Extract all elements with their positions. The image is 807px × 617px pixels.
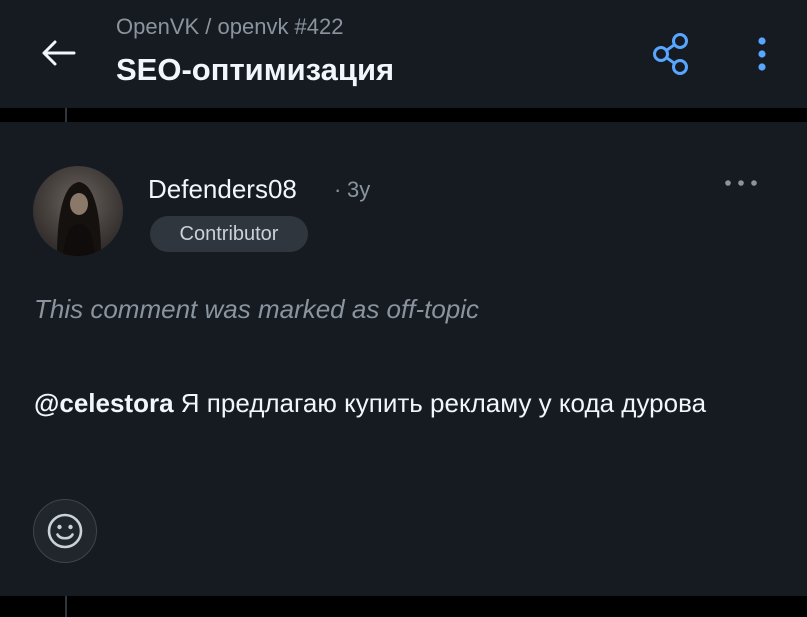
repo-breadcrumb[interactable]: OpenVK / openvk #422 bbox=[116, 14, 344, 40]
kebab-horizontal-icon bbox=[725, 180, 757, 186]
issue-title: SEO-оптимизация bbox=[116, 52, 395, 87]
timeline-rail bbox=[65, 108, 67, 122]
off-topic-notice: This comment was marked as off-topic bbox=[34, 294, 480, 324]
comment-author[interactable]: Defenders08 bbox=[148, 174, 297, 205]
kebab-vertical-icon bbox=[758, 37, 766, 71]
meta-separator: · bbox=[334, 177, 342, 202]
author-role-badge: Contributor bbox=[150, 216, 308, 252]
more-options-button[interactable] bbox=[742, 30, 782, 78]
comment-menu-button[interactable] bbox=[716, 166, 766, 200]
comment-text: Я предлагаю купить рекламу у кода дурова bbox=[180, 388, 707, 418]
add-reaction-button[interactable] bbox=[33, 499, 97, 563]
comment-card: Defenders08 · 3y Contributor This commen… bbox=[0, 122, 807, 596]
smiley-icon bbox=[47, 513, 83, 549]
avatar[interactable] bbox=[33, 166, 123, 256]
timeline-rail-bottom bbox=[65, 596, 67, 617]
share-button[interactable] bbox=[648, 30, 696, 78]
comment-age[interactable]: 3y bbox=[347, 177, 370, 203]
user-mention-link[interactable]: @celestora bbox=[34, 388, 174, 418]
avatar-image bbox=[33, 166, 123, 256]
comment-body: @celestora Я предлагаю купить рекламу у … bbox=[34, 384, 774, 422]
app-header: OpenVK / openvk #422 SEO-оптимизация bbox=[0, 0, 807, 108]
back-button[interactable] bbox=[36, 34, 80, 72]
arrow-left-icon bbox=[42, 40, 76, 66]
share-icon bbox=[653, 33, 688, 75]
